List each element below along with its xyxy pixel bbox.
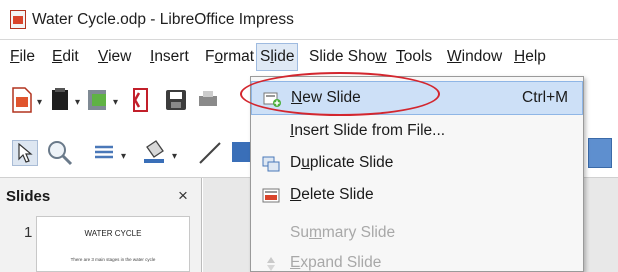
menu-item-expand-slide[interactable]: Expand Slide — [251, 247, 583, 272]
slide-number: 1 — [24, 224, 33, 241]
menu-edit[interactable]: Edit — [52, 48, 79, 66]
new-document-icon[interactable] — [10, 86, 34, 114]
new-slide-icon — [263, 92, 281, 107]
menu-tools[interactable]: Tools — [396, 48, 432, 66]
menu-item-summary-slide[interactable]: Summary Slide — [251, 217, 583, 251]
slide-thumbnail[interactable]: WATER CYCLE There are 3 main stages in t… — [36, 216, 190, 272]
delete-slide-icon — [262, 188, 280, 203]
open-dropdown-icon[interactable]: ▾ — [113, 97, 118, 108]
menu-item-label: Insert Slide from File... — [290, 122, 446, 139]
close-icon[interactable]: × — [178, 186, 188, 206]
menu-item-label: Expand Slide — [290, 254, 382, 271]
menu-item-shortcut: Ctrl+M — [522, 89, 569, 106]
open-icon[interactable] — [86, 86, 110, 114]
line-color-icon[interactable] — [90, 139, 120, 167]
templates-dropdown-icon[interactable]: ▾ — [75, 97, 80, 108]
menu-item-label: Delete Slide — [290, 186, 374, 203]
menu-slide-show[interactable]: Slide Show — [309, 48, 387, 66]
menu-item-new-slide[interactable]: New Slide Ctrl+M — [251, 81, 583, 115]
select-arrow-icon[interactable] — [12, 140, 38, 166]
duplicate-slide-icon — [262, 156, 280, 172]
menu-format[interactable]: Format — [205, 48, 254, 66]
slide-menu-dropdown: New Slide Ctrl+M Insert Slide from File.… — [250, 76, 584, 272]
menu-slide[interactable]: Slide — [255, 43, 299, 71]
menu-help[interactable]: Help — [514, 48, 546, 66]
zoom-icon[interactable] — [46, 139, 74, 167]
fill-color-icon[interactable] — [140, 138, 168, 166]
menu-item-label: Summary Slide — [290, 224, 396, 241]
slides-pane: Slides × 1 WATER CYCLE There are 3 main … — [0, 178, 202, 272]
menu-item-insert-slide-from-file[interactable]: Insert Slide from File... — [251, 115, 583, 149]
menu-item-label: New Slide — [291, 89, 361, 106]
more-shapes-icon[interactable] — [588, 138, 612, 168]
thumbnail-body: There are 3 main stages in the water cyc… — [70, 257, 156, 262]
fill-color-dropdown-icon[interactable]: ▾ — [172, 151, 177, 162]
save-icon[interactable] — [164, 86, 188, 114]
menu-view[interactable]: View — [98, 48, 131, 66]
rectangle-tool-icon[interactable] — [232, 142, 250, 162]
thumbnail-title: WATER CYCLE — [84, 229, 142, 238]
new-dropdown-icon[interactable]: ▾ — [37, 97, 42, 108]
templates-icon[interactable] — [48, 86, 72, 114]
title-bar: Water Cycle.odp - LibreOffice Impress — [0, 0, 618, 40]
menu-item-duplicate-slide[interactable]: Duplicate Slide — [251, 147, 583, 181]
expand-slide-icon — [267, 257, 275, 271]
line-tool-icon[interactable] — [196, 139, 224, 167]
menu-insert[interactable]: Insert — [150, 48, 189, 66]
menu-item-delete-slide[interactable]: Delete Slide — [251, 179, 583, 213]
impress-app-icon — [10, 10, 26, 29]
line-color-dropdown-icon[interactable]: ▾ — [121, 151, 126, 162]
slides-pane-title: Slides — [6, 188, 51, 205]
menu-bar: File Edit View Insert Format Slide Slide… — [0, 40, 618, 76]
menu-window[interactable]: Window — [447, 48, 502, 66]
menu-item-label: Duplicate Slide — [290, 154, 394, 171]
window-title: Water Cycle.odp - LibreOffice Impress — [32, 10, 294, 28]
print-icon[interactable] — [196, 86, 220, 114]
menu-file[interactable]: File — [10, 48, 35, 66]
export-pdf-icon[interactable] — [130, 86, 152, 114]
